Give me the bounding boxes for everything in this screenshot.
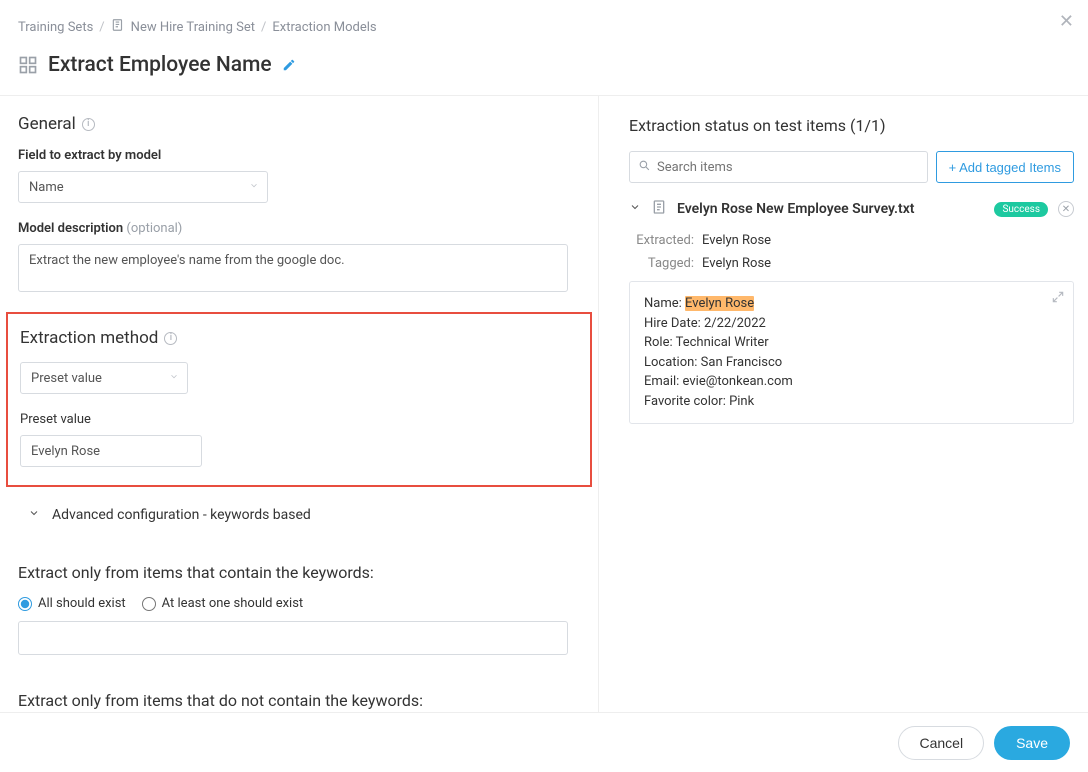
radio-all-exist-input[interactable] (18, 597, 32, 611)
chevron-down-icon (169, 371, 179, 386)
search-icon (638, 159, 651, 176)
model-desc-input[interactable] (18, 244, 568, 292)
field-to-extract-select[interactable]: Name (18, 171, 268, 203)
doc-line-color: Favorite color: Pink (644, 392, 1059, 412)
tagged-label: Tagged: (629, 256, 694, 271)
breadcrumb-leaf: Extraction Models (272, 20, 376, 35)
contain-keywords-heading: Extract only from items that contain the… (18, 563, 580, 582)
doc-line-role: Role: Technical Writer (644, 333, 1059, 353)
module-icon (18, 55, 38, 75)
tagged-row: Tagged: Evelyn Rose (629, 256, 1074, 271)
search-input[interactable] (657, 160, 919, 175)
radio-all-exist-label: All should exist (38, 596, 126, 611)
chevron-down-icon[interactable] (629, 201, 641, 217)
contain-radios: All should exist At least one should exi… (18, 596, 580, 611)
add-tagged-items-button[interactable]: + Add tagged Items (936, 151, 1074, 183)
breadcrumb-root[interactable]: Training Sets (18, 20, 93, 35)
extracted-row: Extracted: Evelyn Rose (629, 233, 1074, 248)
model-desc-label: Model description (optional) (18, 221, 580, 236)
model-desc-label-text: Model description (18, 221, 123, 236)
contain-keywords-section: Extract only from items that contain the… (0, 529, 598, 657)
remove-item-icon[interactable]: ✕ (1058, 201, 1074, 217)
radio-one-exist-input[interactable] (142, 597, 156, 611)
field-to-extract-value: Name (29, 180, 64, 195)
extraction-status-heading: Extraction status on test items (1/1) (629, 116, 1074, 135)
test-item-header: Evelyn Rose New Employee Survey.txt Succ… (629, 199, 1074, 219)
general-heading: General i (18, 114, 580, 134)
info-icon[interactable]: i (164, 332, 177, 345)
doc-line-hire: Hire Date: 2/22/2022 (644, 314, 1059, 334)
extraction-method-heading-text: Extraction method (20, 328, 158, 348)
doc-line-name: Name: Evelyn Rose (644, 294, 1059, 314)
document-preview: Name: Evelyn Rose Hire Date: 2/22/2022 R… (629, 281, 1074, 424)
right-column: Extraction status on test items (1/1) + … (598, 96, 1088, 713)
radio-one-exist-label: At least one should exist (162, 596, 304, 611)
extraction-method-section: Extraction method i Preset value Preset … (6, 312, 592, 487)
not-contain-keywords-section: Extract only from items that do not cont… (0, 657, 598, 713)
search-box[interactable] (629, 151, 928, 183)
field-to-extract-label: Field to extract by model (18, 148, 580, 163)
footer: Cancel Save (0, 712, 1088, 772)
document-icon (111, 18, 125, 36)
preset-value-label: Preset value (20, 412, 578, 427)
status-badge: Success (994, 202, 1048, 217)
extracted-label: Extracted: (629, 233, 694, 248)
page-title-row: Extract Employee Name (0, 46, 1088, 95)
search-row: + Add tagged Items (629, 151, 1074, 183)
preset-value-input[interactable] (20, 435, 202, 467)
close-icon[interactable]: ✕ (1059, 12, 1074, 30)
doc-name-label: Name: (644, 296, 685, 311)
page-title: Extract Employee Name (48, 53, 272, 77)
doc-line-email: Email: evie@tonkean.com (644, 372, 1059, 392)
chevron-down-icon (249, 180, 259, 195)
doc-name-value: Evelyn Rose (685, 296, 754, 311)
radio-all-exist[interactable]: All should exist (18, 596, 126, 611)
advanced-config-label: Advanced configuration - keywords based (52, 507, 311, 523)
main: General i Field to extract by model Name… (0, 95, 1088, 713)
breadcrumb-sep: / (261, 20, 266, 35)
left-column: General i Field to extract by model Name… (0, 96, 598, 713)
general-heading-text: General (18, 114, 76, 134)
contain-keywords-input[interactable] (18, 621, 568, 655)
chevron-down-icon (28, 507, 40, 523)
model-desc-optional: (optional) (126, 221, 182, 236)
doc-line-location: Location: San Francisco (644, 353, 1059, 373)
extraction-method-value: Preset value (31, 371, 102, 386)
advanced-config-toggle[interactable]: Advanced configuration - keywords based (0, 487, 598, 529)
file-icon (651, 199, 667, 219)
breadcrumb-sep: / (99, 20, 104, 35)
extraction-method-heading: Extraction method i (20, 328, 578, 348)
test-item-filename[interactable]: Evelyn Rose New Employee Survey.txt (677, 201, 984, 217)
not-contain-keywords-heading: Extract only from items that do not cont… (18, 691, 580, 710)
extraction-method-select[interactable]: Preset value (20, 362, 188, 394)
save-button[interactable]: Save (994, 726, 1070, 760)
tagged-value: Evelyn Rose (702, 256, 771, 271)
breadcrumb-set[interactable]: New Hire Training Set (131, 20, 255, 35)
info-icon[interactable]: i (82, 118, 95, 131)
breadcrumb: Training Sets / New Hire Training Set / … (0, 0, 1088, 46)
extracted-value: Evelyn Rose (702, 233, 771, 248)
cancel-button[interactable]: Cancel (898, 726, 984, 760)
radio-one-exist[interactable]: At least one should exist (142, 596, 304, 611)
edit-icon[interactable] (282, 58, 296, 72)
expand-icon[interactable] (1051, 290, 1065, 304)
section-general: General i Field to extract by model Name… (0, 96, 598, 298)
